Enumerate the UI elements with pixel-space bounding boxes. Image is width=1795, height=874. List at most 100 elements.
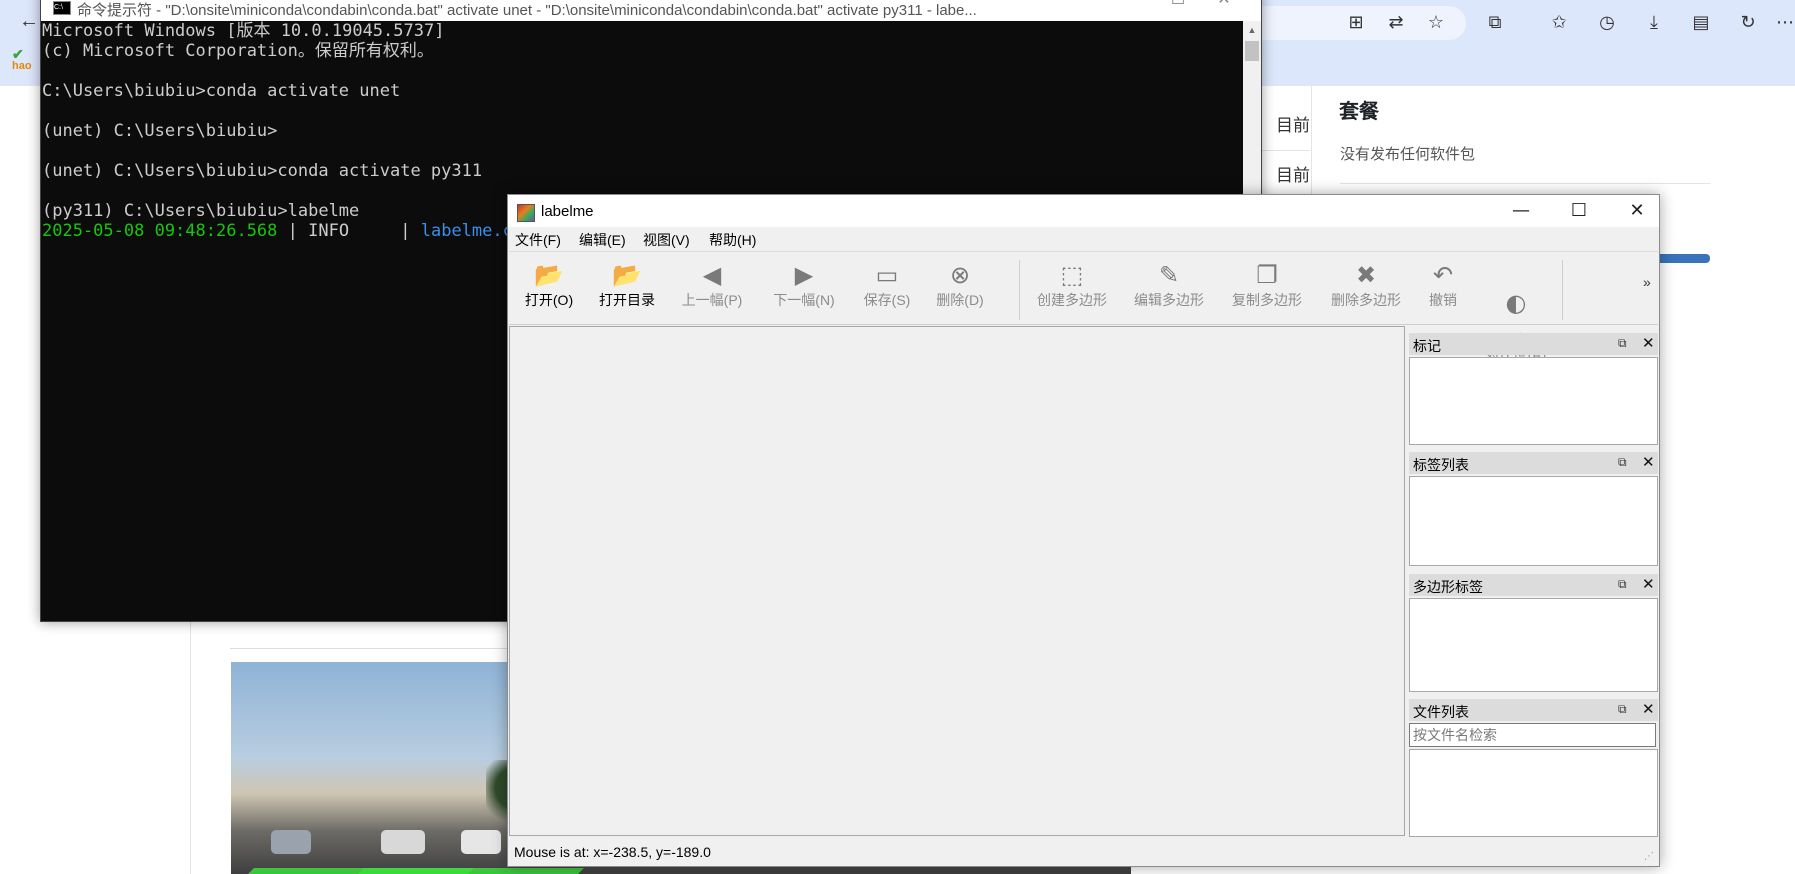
close-icon[interactable]: ✕: [1642, 575, 1655, 593]
close-icon[interactable]: ✕: [1642, 700, 1655, 718]
next-image-button[interactable]: ▶ 下一幅(N): [769, 254, 839, 322]
label-list-dock: 标签列表 ⧉ ✕: [1403, 452, 1658, 574]
close-icon[interactable]: ✕: [1642, 453, 1655, 471]
save-icon: ▭: [875, 261, 899, 289]
tool-label: 删除(D): [936, 292, 984, 308]
tool-label: 复制多边形: [1232, 292, 1302, 308]
cmd-line: (c) Microsoft Corporation。保留所有权利。: [42, 41, 434, 61]
tool-label: 删除多边形: [1331, 292, 1401, 308]
menu-file[interactable]: 文件(F): [515, 230, 561, 250]
resize-grip-icon[interactable]: ⋰: [1644, 851, 1654, 862]
packages-divider: [1340, 183, 1710, 184]
open-dir-button[interactable]: 📂 打开目录: [595, 254, 659, 322]
cmd-line: (unet) C:\Users\biubiu>conda activate py…: [42, 161, 483, 181]
edit-polygon-button[interactable]: ✎ 编辑多边形: [1129, 254, 1209, 322]
install-app-icon[interactable]: ⊞: [1343, 10, 1369, 36]
label-list[interactable]: [1409, 476, 1658, 566]
flags-dock: 标记 ⧉ ✕: [1403, 333, 1658, 455]
cmd-titlebar[interactable]: C:\ 命令提示符 - "D:\onsite\miniconda\condabi…: [41, 0, 1261, 21]
open-button[interactable]: 📂 打开(O): [519, 254, 579, 322]
minimize-icon[interactable]: —: [1109, 0, 1155, 13]
car: [271, 830, 311, 854]
cmd-line: C:\Users\biubiu>conda activate unet: [42, 81, 401, 101]
menu-edit[interactable]: 编辑(E): [579, 230, 626, 250]
close-icon[interactable]: ✕: [1201, 0, 1247, 13]
scroll-thumb[interactable]: [1245, 41, 1259, 61]
prev-image-button[interactable]: ◀ 上一幅(P): [677, 254, 747, 322]
tool-label: 打开(O): [524, 292, 574, 308]
polygon-label-list[interactable]: [1409, 598, 1658, 692]
close-icon[interactable]: ✕: [1642, 334, 1655, 352]
tool-label: 上一幅(P): [681, 292, 743, 308]
menu-view[interactable]: 视图(V): [643, 230, 690, 250]
file-list[interactable]: [1409, 749, 1658, 837]
delete-file-button[interactable]: ⊗ 删除(D): [931, 254, 989, 322]
log-separator: |: [390, 221, 421, 241]
log-timestamp: 2025-05-08 09:48:26.568: [42, 221, 278, 241]
tool-label: 编辑多边形: [1134, 292, 1204, 308]
float-icon[interactable]: ⧉: [1618, 702, 1627, 717]
toolbar: 📂 打开(O) 📂 打开目录 ◀ 上一幅(P) ▶ 下一幅(N) ▭ 保存(S)…: [509, 251, 1658, 364]
car: [461, 830, 501, 854]
labelme-window[interactable]: labelme — ☐ ✕ 文件(F) 编辑(E) 视图(V) 帮助(H) 📂 …: [507, 194, 1660, 867]
flags-list[interactable]: [1409, 357, 1658, 445]
dock-title: 标签列表: [1413, 457, 1469, 473]
translate-icon[interactable]: ⇄: [1383, 10, 1409, 36]
delete-polygon-button[interactable]: ✖ 删除多边形: [1326, 254, 1406, 322]
float-icon[interactable]: ⧉: [1618, 577, 1627, 592]
close-icon[interactable]: ✕: [1614, 197, 1660, 225]
reading-view-icon[interactable]: ▤: [1688, 10, 1714, 36]
save-button[interactable]: ▭ 保存(S): [859, 254, 915, 322]
dock-header[interactable]: 文件列表 ⧉ ✕: [1409, 699, 1658, 721]
dock-header[interactable]: 多边形标签 ⧉ ✕: [1409, 574, 1658, 596]
labelme-titlebar[interactable]: labelme — ☐ ✕: [508, 195, 1659, 227]
dock-title: 标记: [1413, 338, 1441, 354]
toolbar-overflow-icon[interactable]: »: [1643, 274, 1651, 290]
favorites-icon[interactable]: ✩: [1546, 10, 1572, 36]
undo-button[interactable]: ↶ 撤销: [1422, 254, 1464, 322]
next-arrow-icon: ▶: [794, 261, 814, 289]
packages-empty-text: 没有发布任何软件包: [1340, 146, 1476, 163]
packages-heading: 套餐: [1339, 101, 1379, 123]
dock-header[interactable]: 标记 ⧉ ✕: [1409, 333, 1658, 355]
downloads-icon[interactable]: ⤓: [1641, 10, 1667, 36]
extensions-icon[interactable]: ⧉: [1482, 10, 1508, 36]
dock-header[interactable]: 标签列表 ⧉ ✕: [1409, 452, 1658, 474]
file-list-dock: 文件列表 ⧉ ✕ 按文件名检索: [1403, 699, 1658, 837]
hao-logo-text: hao: [12, 60, 32, 72]
content-divider: [230, 648, 530, 649]
cmd-window-title: 命令提示符 - "D:\onsite\miniconda\condabin\co…: [77, 2, 977, 19]
more-icon[interactable]: ⋯: [1772, 10, 1795, 36]
cmd-line: (unet) C:\Users\biubiu>: [42, 121, 278, 141]
tool-label: 撤销: [1429, 292, 1457, 308]
hao-logo[interactable]: ✔ hao: [12, 47, 32, 72]
minimize-icon[interactable]: —: [1498, 197, 1544, 225]
performance-icon[interactable]: ↻: [1735, 10, 1761, 36]
float-icon[interactable]: ⧉: [1618, 336, 1627, 351]
copy-polygon-icon: ❐: [1256, 261, 1278, 289]
dock-title: 多边形标签: [1413, 579, 1483, 595]
favorite-star-icon[interactable]: ☆: [1423, 10, 1449, 36]
create-polygon-button[interactable]: ⬚ 创建多边形: [1032, 254, 1112, 322]
labelme-app-icon: [517, 204, 535, 222]
float-icon[interactable]: ⧉: [1618, 455, 1627, 470]
create-polygon-icon: ⬚: [1060, 261, 1084, 289]
maximize-icon[interactable]: ☐: [1155, 0, 1201, 13]
undo-icon: ↶: [1432, 261, 1454, 289]
maximize-icon[interactable]: ☐: [1556, 197, 1602, 225]
tool-label: 保存(S): [863, 292, 911, 308]
scroll-up-icon[interactable]: ▲: [1243, 21, 1261, 39]
polygon-labels-dock: 多边形标签 ⧉ ✕: [1403, 574, 1658, 698]
history-icon[interactable]: ◷: [1594, 10, 1620, 36]
car: [381, 830, 425, 854]
tool-label: 创建多边形: [1037, 292, 1107, 308]
menu-help[interactable]: 帮助(H): [709, 230, 756, 250]
copy-polygon-button[interactable]: ❐ 复制多边形: [1227, 254, 1307, 322]
brightness-contrast-button[interactable]: ◐ 亮度 对比度(B): [1478, 254, 1554, 364]
edit-polygon-icon: ✎: [1158, 261, 1180, 289]
log-level: INFO: [308, 221, 391, 241]
brightness-contrast-icon: ◐: [1505, 289, 1527, 317]
file-search-input[interactable]: 按文件名检索: [1409, 723, 1656, 747]
image-canvas[interactable]: [509, 326, 1405, 836]
cmd-line: (py311) C:\Users\biubiu>labelme: [42, 201, 360, 221]
